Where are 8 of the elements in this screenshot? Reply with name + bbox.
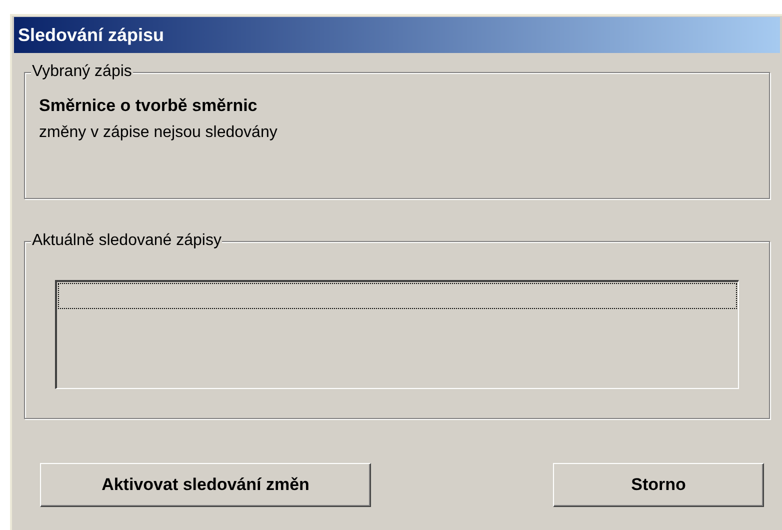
window-title: Sledování zápisu — [18, 24, 164, 47]
group-legend: Aktuálně sledované zápisy — [31, 231, 222, 251]
list-box[interactable] — [55, 280, 739, 389]
cancel-button[interactable]: Storno — [553, 463, 764, 507]
entry-name: Směrnice o tvorbě směrnic — [39, 95, 258, 117]
activate-button[interactable]: Aktivovat sledování změn — [40, 463, 371, 507]
entry-status: změny v zápise nejsou sledovány — [39, 123, 278, 143]
group-legend: Vybraný zápis — [31, 62, 133, 82]
